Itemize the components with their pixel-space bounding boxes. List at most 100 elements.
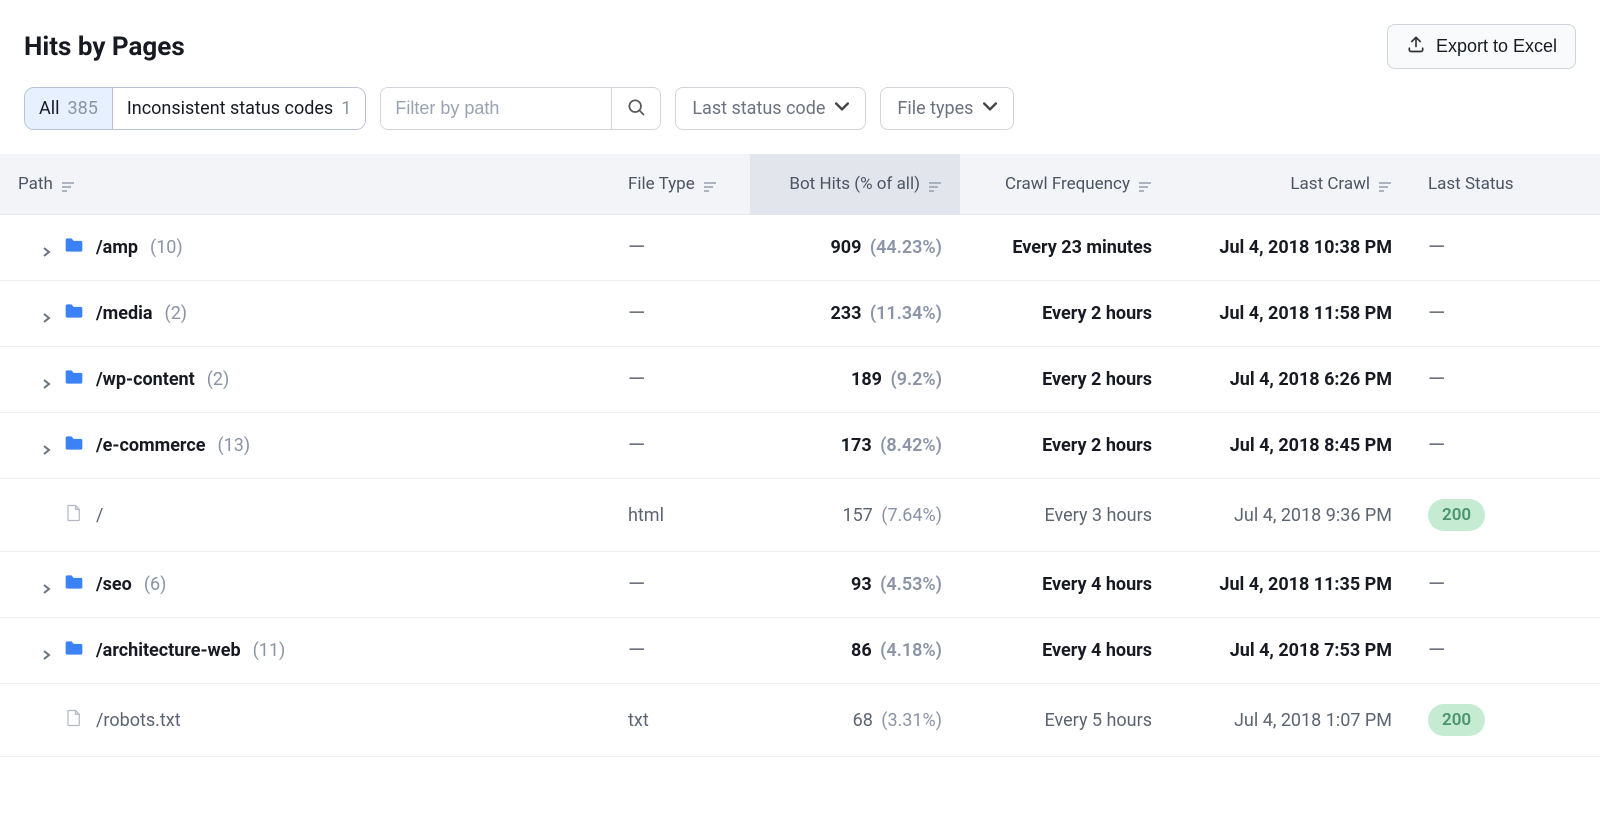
col-header-crawl-freq-label: Crawl Frequency xyxy=(1005,174,1130,194)
file-type-value: html xyxy=(628,505,664,526)
path-name[interactable]: /amp xyxy=(96,237,138,258)
path-name[interactable]: /architecture-web xyxy=(96,640,241,661)
col-header-bot-hits[interactable]: Bot Hits (% of all) xyxy=(750,154,960,215)
col-header-path-label: Path xyxy=(18,174,53,194)
col-header-path[interactable]: Path xyxy=(0,154,610,215)
expand-chevron-icon[interactable] xyxy=(40,308,52,320)
sort-icon xyxy=(1378,178,1392,190)
table-row: /html157 (7.64%)Every 3 hoursJul 4, 2018… xyxy=(0,479,1600,552)
tab-all-label: All xyxy=(39,98,60,119)
export-label: Export to Excel xyxy=(1436,36,1557,57)
col-header-last-crawl[interactable]: Last Crawl xyxy=(1170,154,1410,215)
bot-hits-pct: (8.42%) xyxy=(880,435,942,456)
col-header-last-status[interactable]: Last Status xyxy=(1410,154,1600,215)
export-icon xyxy=(1406,34,1426,59)
table-row: /wp-content(2)—189 (9.2%)Every 2 hoursJu… xyxy=(0,347,1600,413)
col-header-file-type[interactable]: File Type xyxy=(610,154,750,215)
bot-hits-value: 173 xyxy=(841,435,872,456)
last-status-value: — xyxy=(1428,235,1445,260)
bot-hits-pct: (11.34%) xyxy=(870,303,942,324)
chevron-down-icon xyxy=(983,98,997,119)
sort-icon xyxy=(61,178,75,190)
tab-all[interactable]: All 385 xyxy=(25,88,113,129)
chevron-down-icon xyxy=(835,98,849,119)
last-status-code-dropdown[interactable]: Last status code xyxy=(675,87,866,130)
bot-hits-pct: (4.53%) xyxy=(880,574,942,595)
table-row: /media(2)—233 (11.34%)Every 2 hoursJul 4… xyxy=(0,281,1600,347)
file-type-value: — xyxy=(628,638,645,663)
path-count: (6) xyxy=(144,574,167,595)
folder-icon xyxy=(64,302,84,325)
col-header-last-status-label: Last Status xyxy=(1428,174,1514,194)
status-badge: 200 xyxy=(1428,499,1485,531)
file-icon xyxy=(64,709,84,732)
last-crawl-value: Jul 4, 2018 10:38 PM xyxy=(1188,237,1392,258)
path-count: (13) xyxy=(217,435,250,456)
path-name[interactable]: /media xyxy=(96,303,153,324)
crawl-frequency-value: Every 4 hours xyxy=(978,574,1152,595)
col-header-bot-hits-label: Bot Hits (% of all) xyxy=(789,174,920,194)
crawl-frequency-value: Every 23 minutes xyxy=(978,237,1152,258)
path-count: (10) xyxy=(150,237,183,258)
last-crawl-value: Jul 4, 2018 8:45 PM xyxy=(1188,435,1392,456)
path-name[interactable]: /e-commerce xyxy=(96,435,205,456)
last-status-value: — xyxy=(1428,367,1445,392)
last-crawl-value: Jul 4, 2018 1:07 PM xyxy=(1188,710,1392,731)
last-crawl-value: Jul 4, 2018 11:35 PM xyxy=(1188,574,1392,595)
filter-path-input[interactable] xyxy=(381,88,611,129)
bot-hits-value: 233 xyxy=(830,303,861,324)
table-row: /e-commerce(13)—173 (8.42%)Every 2 hours… xyxy=(0,413,1600,479)
col-header-crawl-frequency[interactable]: Crawl Frequency xyxy=(960,154,1170,215)
col-header-file-type-label: File Type xyxy=(628,174,695,194)
bot-hits-value: 157 xyxy=(842,505,872,526)
expand-chevron-icon[interactable] xyxy=(40,374,52,386)
expand-chevron-icon[interactable] xyxy=(40,440,52,452)
path-name[interactable]: / xyxy=(96,505,103,526)
filter-path-submit[interactable] xyxy=(611,88,660,129)
folder-icon xyxy=(64,573,84,596)
table-row: /robots.txttxt68 (3.31%)Every 5 hoursJul… xyxy=(0,684,1600,757)
crawl-frequency-value: Every 2 hours xyxy=(978,369,1152,390)
bot-hits-pct: (4.18%) xyxy=(880,640,942,661)
file-type-value: — xyxy=(628,433,645,458)
file-types-label: File types xyxy=(897,98,973,119)
file-type-value: txt xyxy=(628,710,649,731)
last-status-value: — xyxy=(1428,638,1445,663)
bot-hits-pct: (44.23%) xyxy=(870,237,942,258)
tab-all-count: 385 xyxy=(68,98,98,119)
table-row: /amp (10) — 909 (44.23%) Every 23 minutes Jul… xyxy=(0,215,1600,281)
folder-icon xyxy=(64,236,84,259)
path-name[interactable]: /robots.txt xyxy=(96,710,181,731)
last-crawl-value: Jul 4, 2018 11:58 PM xyxy=(1188,303,1392,324)
crawl-frequency-value: Every 3 hours xyxy=(978,505,1152,526)
tab-inconsistent-status[interactable]: Inconsistent status codes 1 xyxy=(113,88,365,129)
hits-table: Path File Type Bot Hits (% of all) Crawl… xyxy=(0,154,1600,757)
path-count: (11) xyxy=(253,640,286,661)
col-header-last-crawl-label: Last Crawl xyxy=(1290,174,1370,194)
filter-tabs: All 385 Inconsistent status codes 1 xyxy=(24,87,366,130)
expand-chevron-icon[interactable] xyxy=(40,242,52,254)
crawl-frequency-value: Every 2 hours xyxy=(978,303,1152,324)
export-to-excel-button[interactable]: Export to Excel xyxy=(1387,24,1576,69)
sort-icon xyxy=(1138,178,1152,190)
page-title: Hits by Pages xyxy=(24,32,185,62)
search-icon xyxy=(626,97,646,120)
bot-hits-pct: (3.31%) xyxy=(881,710,942,731)
path-count: (2) xyxy=(207,369,230,390)
file-types-dropdown[interactable]: File types xyxy=(880,87,1014,130)
path-name[interactable]: /seo xyxy=(96,574,132,595)
expand-chevron-icon[interactable] xyxy=(40,645,52,657)
sort-icon xyxy=(928,178,942,190)
expand-chevron-icon[interactable] xyxy=(40,579,52,591)
bot-hits-value: 189 xyxy=(851,369,882,390)
table-row: /architecture-web(11)—86 (4.18%)Every 4 … xyxy=(0,618,1600,684)
bot-hits-pct: (7.64%) xyxy=(881,505,942,526)
last-status-value: — xyxy=(1428,572,1445,597)
path-name[interactable]: /wp-content xyxy=(96,369,195,390)
bot-hits-value: 909 xyxy=(830,237,861,258)
path-count: (2) xyxy=(165,303,188,324)
crawl-frequency-value: Every 4 hours xyxy=(978,640,1152,661)
crawl-frequency-value: Every 5 hours xyxy=(978,710,1152,731)
tab-inc-count: 1 xyxy=(341,98,351,119)
status-badge: 200 xyxy=(1428,704,1485,736)
